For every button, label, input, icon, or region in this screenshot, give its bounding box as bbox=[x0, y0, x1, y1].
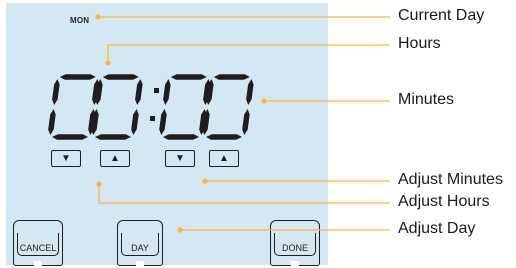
leader-hours bbox=[107, 44, 390, 63]
dot-adjust-day bbox=[177, 227, 183, 233]
callout-minutes: Minutes bbox=[398, 91, 455, 108]
dot-minutes bbox=[261, 98, 267, 104]
dot-adjust-minutes bbox=[202, 178, 208, 184]
leader-adjust-hours bbox=[98, 184, 390, 204]
callout-hours: Hours bbox=[398, 35, 441, 52]
callout-adjust-hours: Adjust Hours bbox=[398, 193, 490, 210]
dot-adjust-hours bbox=[96, 181, 102, 187]
dot-current-day bbox=[95, 14, 101, 20]
dot-hours bbox=[105, 60, 111, 66]
callout-adjust-minutes: Adjust Minutes bbox=[398, 171, 503, 188]
callout-adjust-day: Adjust Day bbox=[398, 220, 476, 237]
callout-current-day: Current Day bbox=[398, 7, 485, 24]
